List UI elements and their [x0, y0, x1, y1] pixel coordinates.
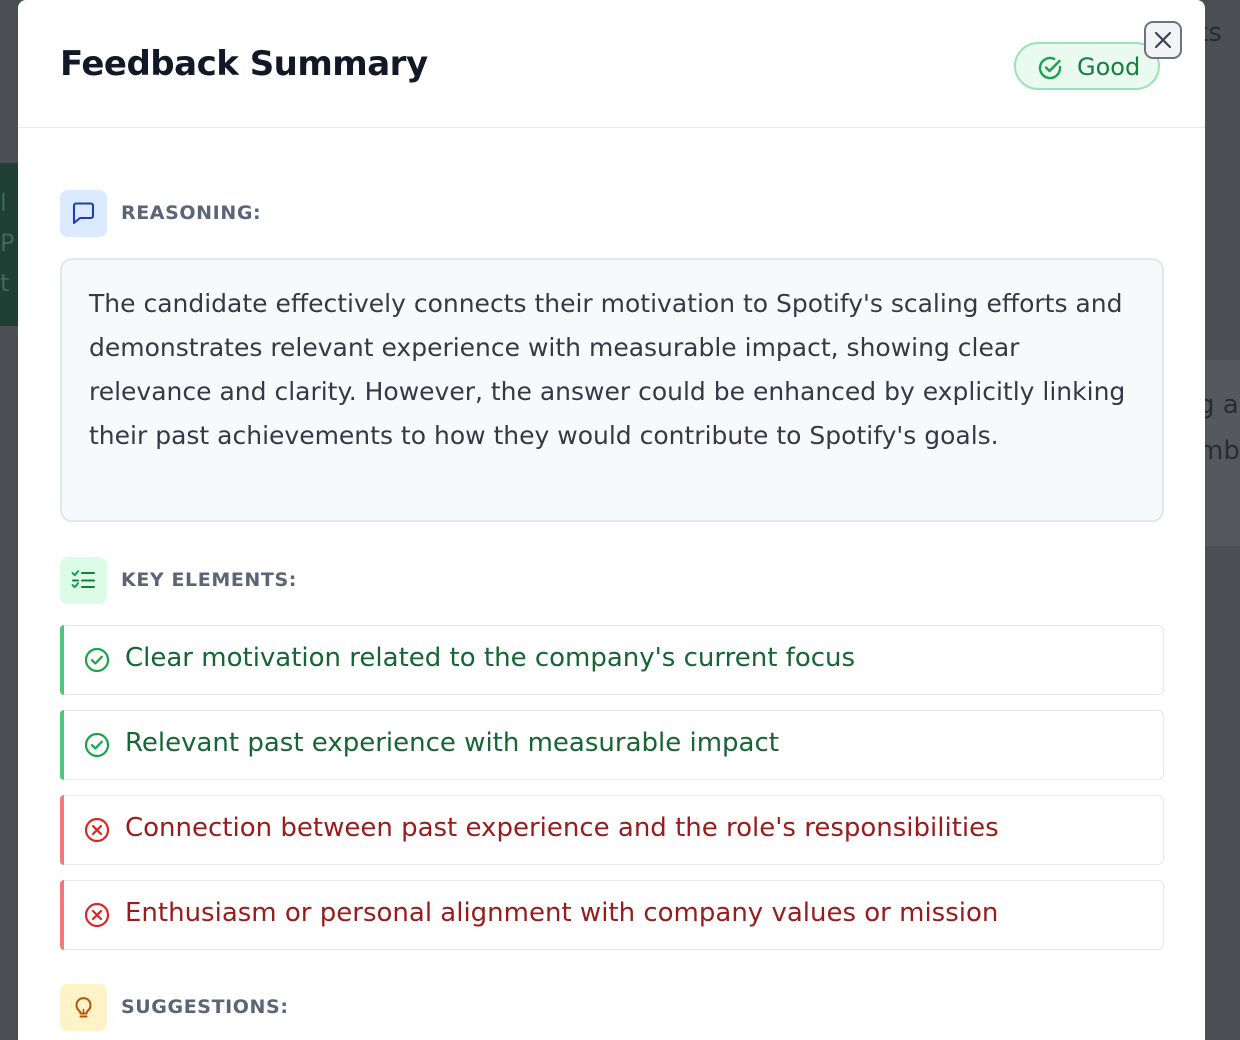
message-square-icon — [60, 190, 107, 237]
key-elements-section-header: KEY ELEMENTS: — [60, 557, 660, 605]
status-bar — [60, 625, 64, 695]
status-bar — [60, 880, 64, 950]
list-checks-icon — [60, 557, 107, 604]
rating-badge: Good — [1014, 42, 1160, 90]
key-element-item: Clear motivation related to the company'… — [60, 625, 1164, 695]
suggestions-label: SUGGESTIONS: — [121, 996, 289, 1018]
close-icon — [1154, 31, 1172, 49]
feedback-modal: Feedback Summary Good REASONING: The can… — [18, 0, 1205, 1040]
rating-label: Good — [1077, 53, 1141, 81]
modal-title: Feedback Summary — [60, 44, 428, 84]
close-button[interactable] — [1144, 21, 1182, 59]
key-element-text: Connection between past experience and t… — [125, 813, 999, 843]
x-circle-icon — [83, 901, 111, 929]
background-text-fragment: P — [0, 229, 15, 257]
check-circle-icon — [1037, 55, 1063, 81]
key-element-text: Enthusiasm or personal alignment with co… — [125, 898, 999, 928]
key-element-item: Relevant past experience with measurable… — [60, 710, 1164, 780]
reasoning-label: REASONING: — [121, 202, 262, 224]
key-element-item: Connection between past experience and t… — [60, 795, 1164, 865]
background-text-fragment: t — [0, 269, 10, 297]
x-circle-icon — [83, 816, 111, 844]
modal-header: Feedback Summary Good — [18, 0, 1205, 128]
check-circle-icon — [83, 646, 111, 674]
key-element-text: Clear motivation related to the company'… — [125, 643, 856, 673]
key-element-item: Enthusiasm or personal alignment with co… — [60, 880, 1164, 950]
status-bar — [60, 795, 64, 865]
reasoning-section-header: REASONING: — [60, 190, 660, 238]
suggestions-section-header: SUGGESTIONS: — [60, 984, 660, 1032]
background-text-fragment: l — [0, 189, 7, 217]
key-elements-label: KEY ELEMENTS: — [121, 569, 297, 591]
check-circle-icon — [83, 731, 111, 759]
key-element-text: Relevant past experience with measurable… — [125, 728, 779, 758]
reasoning-box: The candidate effectively connects their… — [60, 258, 1164, 522]
reasoning-text: The candidate effectively connects their… — [89, 289, 1126, 450]
status-bar — [60, 710, 64, 780]
lightbulb-icon — [60, 984, 107, 1031]
